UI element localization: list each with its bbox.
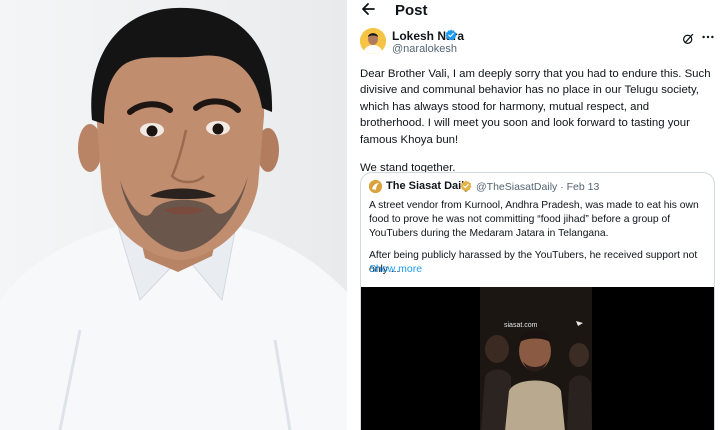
quoted-paragraph: A street vendor from Kurnool, Andhra Pra… — [369, 200, 699, 239]
show-more-link[interactable]: Show more — [369, 263, 422, 275]
tweet-panel: Post Lokesh Nara @naralokesh Dear Brothe… — [352, 0, 720, 430]
author-handle[interactable]: @naralokesh — [392, 43, 457, 55]
arrow-left-icon[interactable] — [360, 1, 376, 17]
grok-icon[interactable] — [682, 32, 695, 45]
author-row: Lokesh Nara @naralokesh — [352, 26, 720, 60]
tweet-text: Dear Brother Vali, I am deeply sorry tha… — [360, 66, 716, 176]
siasat-logo-icon — [369, 180, 382, 193]
avatar[interactable] — [360, 28, 386, 54]
verified-badge-icon — [460, 180, 472, 192]
quoted-tweet-card[interactable]: The Siasat Daily @TheSiasatDaily · Feb 1… — [360, 172, 715, 430]
video-watermark: siasat.com — [504, 322, 538, 329]
page-title: Post — [395, 2, 428, 19]
tweet-paragraph: Dear Brother Vali, I am deeply sorry tha… — [360, 68, 711, 146]
portrait-photo — [0, 0, 347, 430]
quoted-author-handle[interactable]: @TheSiasatDaily · Feb 13 — [476, 181, 599, 193]
quoted-author-name[interactable]: The Siasat Daily — [386, 180, 470, 192]
more-options-icon[interactable] — [701, 30, 715, 44]
quoted-tweet-header: The Siasat Daily @TheSiasatDaily · Feb 1… — [369, 180, 709, 194]
quoted-video-thumbnail[interactable]: siasat.com — [361, 287, 714, 430]
verified-badge-icon — [445, 29, 457, 41]
post-header: Post — [352, 0, 720, 22]
